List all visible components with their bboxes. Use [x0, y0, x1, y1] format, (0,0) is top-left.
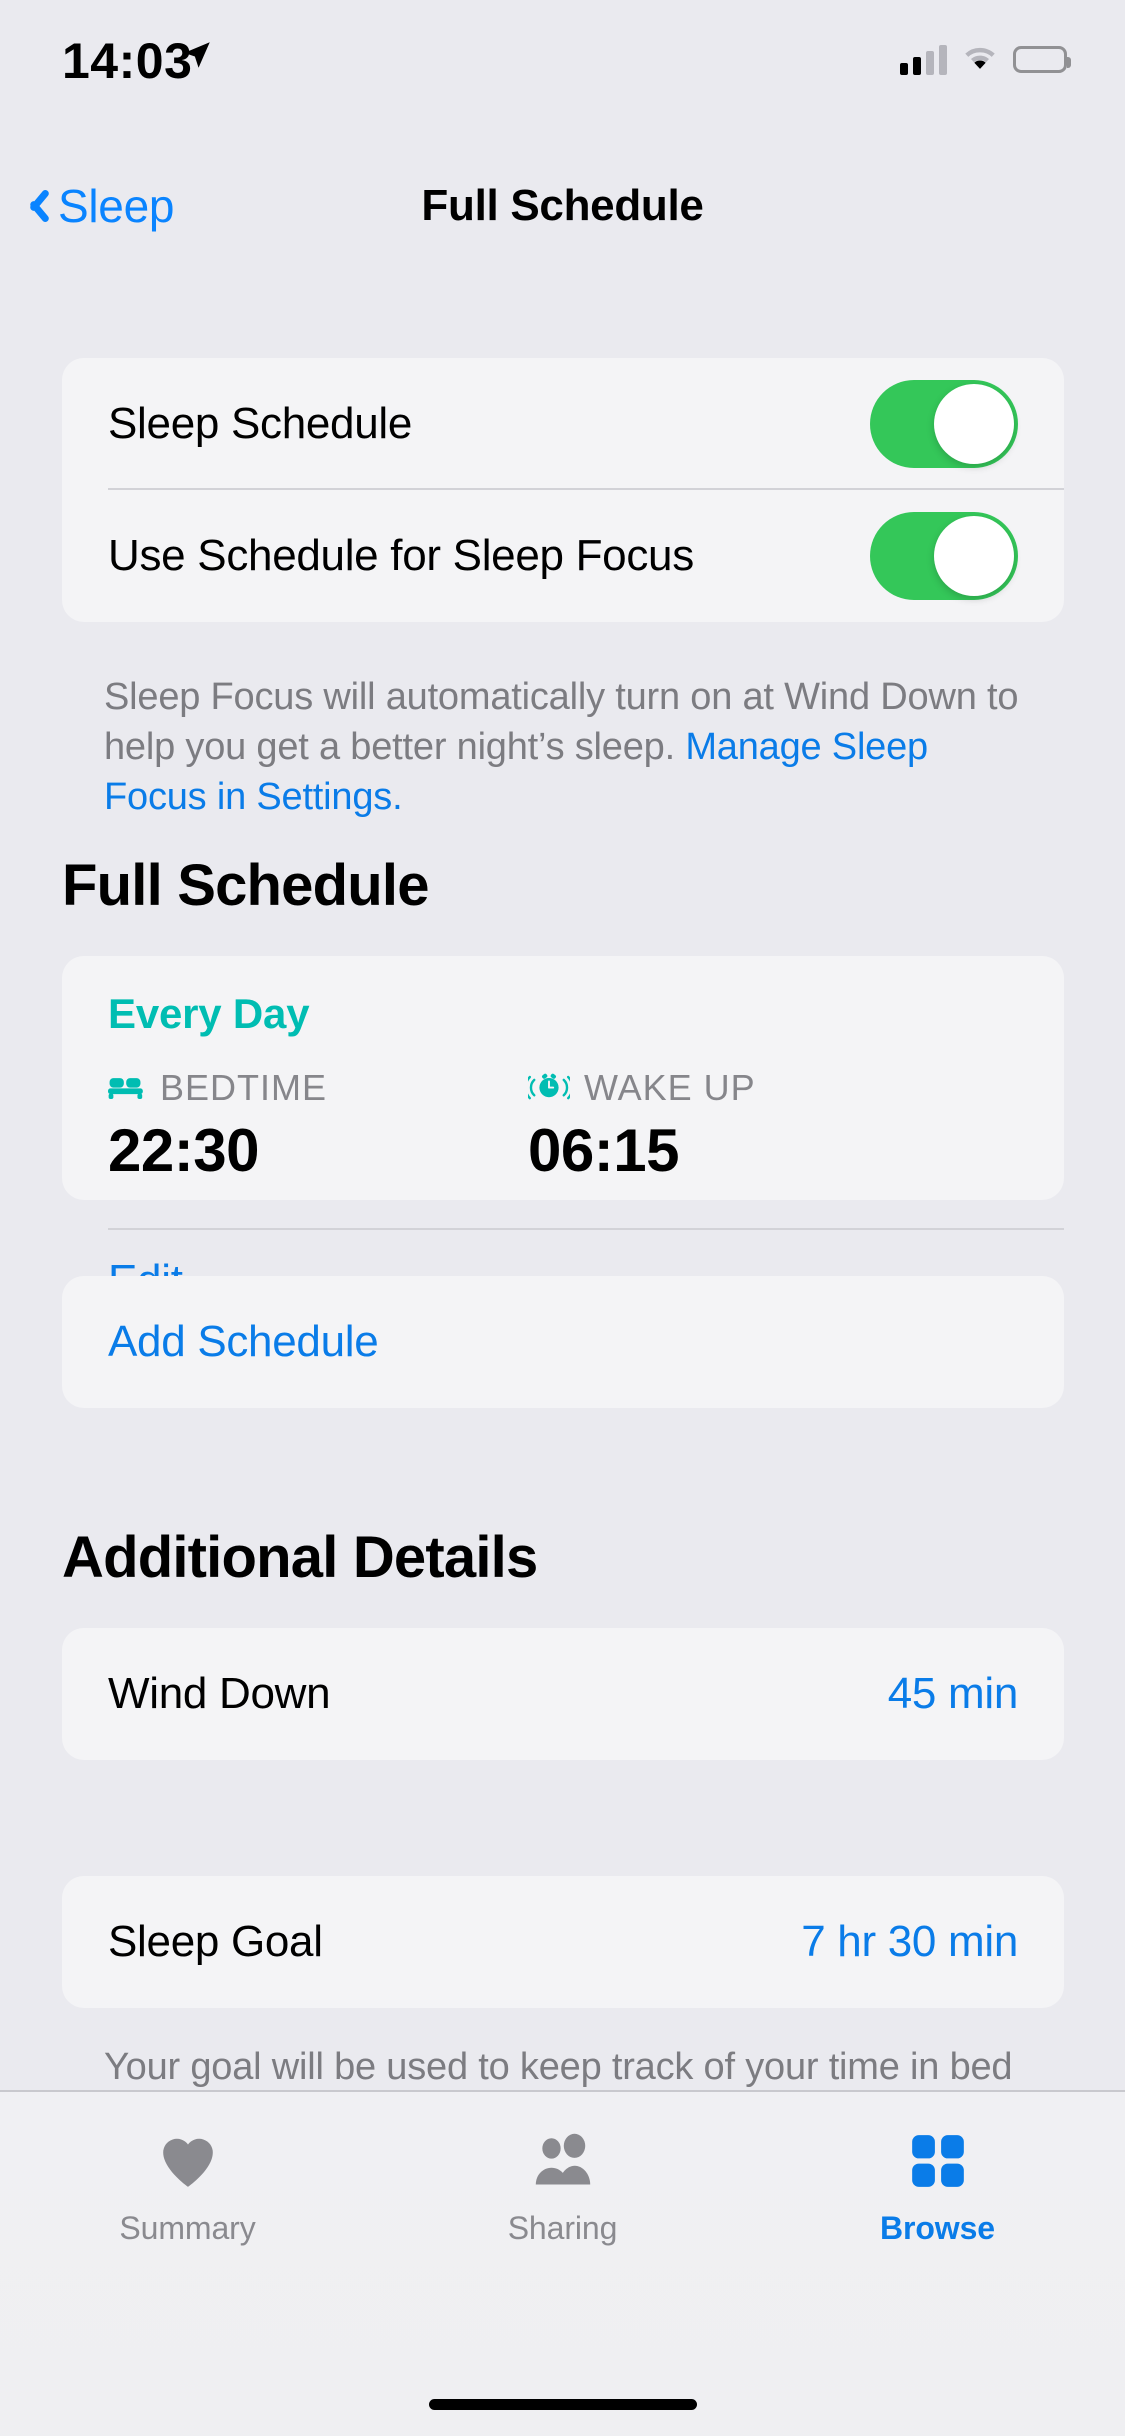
section-heading-additional-details: Additional Details [62, 1525, 538, 1590]
location-arrow-icon [180, 38, 214, 77]
sleep-goal-card[interactable]: Sleep Goal 7 hr 30 min [62, 1876, 1064, 2008]
people-icon [529, 2126, 597, 2196]
row-label-sleep-goal: Sleep Goal [108, 1917, 323, 1966]
schedule-wakeup-column: WAKE UP 06:15 [524, 1066, 948, 1185]
schedule-wakeup-header: WAKE UP [524, 1066, 948, 1110]
grid-squares-icon [907, 2126, 969, 2196]
heart-icon [157, 2126, 219, 2196]
schedule-bedtime-value: 22:30 [108, 1117, 259, 1184]
iphone-screen: 14:03 Full Schedule Sleep Sleep Schedule… [0, 0, 1125, 2436]
status-bar: 14:03 [0, 0, 1125, 132]
schedule-bedtime-column: BEDTIME 22:30 [108, 1066, 528, 1185]
scroll-content[interactable]: Sleep Schedule Use Schedule for Sleep Fo… [0, 252, 1125, 2090]
wifi-icon [961, 42, 999, 77]
tab-label-browse: Browse [880, 2210, 995, 2246]
schedule-wakeup-value: 06:15 [528, 1117, 679, 1184]
schedule-bedtime-header: BEDTIME [108, 1066, 528, 1110]
chevron-left-icon [20, 185, 44, 227]
toggle-knob [934, 384, 1014, 464]
row-use-schedule-for-sleep-focus[interactable]: Use Schedule for Sleep Focus [62, 490, 1064, 622]
tab-browse[interactable]: Browse [750, 2126, 1125, 2247]
home-indicator [428, 2399, 697, 2410]
row-label-wind-down: Wind Down [108, 1669, 331, 1718]
row-sleep-schedule[interactable]: Sleep Schedule [62, 358, 1064, 490]
row-sleep-goal[interactable]: Sleep Goal 7 hr 30 min [62, 1876, 1064, 2008]
toggle-knob [934, 516, 1014, 596]
schedule-wakeup-label: WAKE UP [584, 1067, 756, 1108]
row-label-sleep-schedule: Sleep Schedule [108, 399, 413, 448]
navigation-bar: Full Schedule Sleep [0, 160, 1125, 252]
status-bar-indicators [900, 42, 1071, 77]
toggle-sleep-schedule[interactable] [870, 380, 1018, 468]
back-button[interactable]: Sleep [20, 160, 174, 252]
section-heading-full-schedule: Full Schedule [62, 853, 429, 918]
back-button-label: Sleep [58, 180, 175, 232]
schedule-days-label: Every Day [108, 990, 310, 1037]
schedule-card-every-day[interactable]: Every Day BEDTIME 22:30 WAKE UP 06:15 [62, 956, 1064, 1305]
sleep-goal-footnote: Your goal will be used to keep track of … [104, 2046, 1013, 2088]
schedule-bedtime-label: BEDTIME [160, 1067, 328, 1108]
row-value-sleep-goal: 7 hr 30 min [801, 1917, 1018, 1966]
status-bar-time: 14:03 [62, 33, 193, 89]
tab-summary[interactable]: Summary [0, 2126, 375, 2247]
alarm-clock-icon [524, 1070, 574, 1107]
toggle-use-schedule-for-sleep-focus[interactable] [870, 512, 1018, 600]
bed-icon [108, 1071, 146, 1106]
schedule-separator [108, 1228, 1064, 1230]
sleep-focus-footnote: Sleep Focus will automatically turn on a… [104, 672, 1034, 822]
tab-sharing[interactable]: Sharing [375, 2126, 750, 2247]
cellular-signal-icon [900, 44, 947, 75]
wind-down-card[interactable]: Wind Down 45 min [62, 1628, 1064, 1760]
sleep-schedule-settings-card: Sleep Schedule Use Schedule for Sleep Fo… [62, 358, 1064, 622]
schedule-times: BEDTIME 22:30 WAKE UP 06:15 [108, 1066, 1018, 1185]
row-wind-down[interactable]: Wind Down 45 min [62, 1628, 1064, 1760]
tab-label-summary: Summary [119, 2210, 256, 2246]
battery-full-icon [1013, 46, 1071, 73]
tab-label-sharing: Sharing [507, 2210, 618, 2246]
row-label-use-schedule-for-sleep-focus: Use Schedule for Sleep Focus [108, 531, 694, 580]
row-value-wind-down: 45 min [887, 1669, 1019, 1718]
add-schedule-button[interactable]: Add Schedule [62, 1276, 1064, 1408]
tab-bar: Summary Sharing Browse [0, 2090, 1125, 2436]
add-schedule-card[interactable]: Add Schedule [62, 1276, 1064, 1408]
